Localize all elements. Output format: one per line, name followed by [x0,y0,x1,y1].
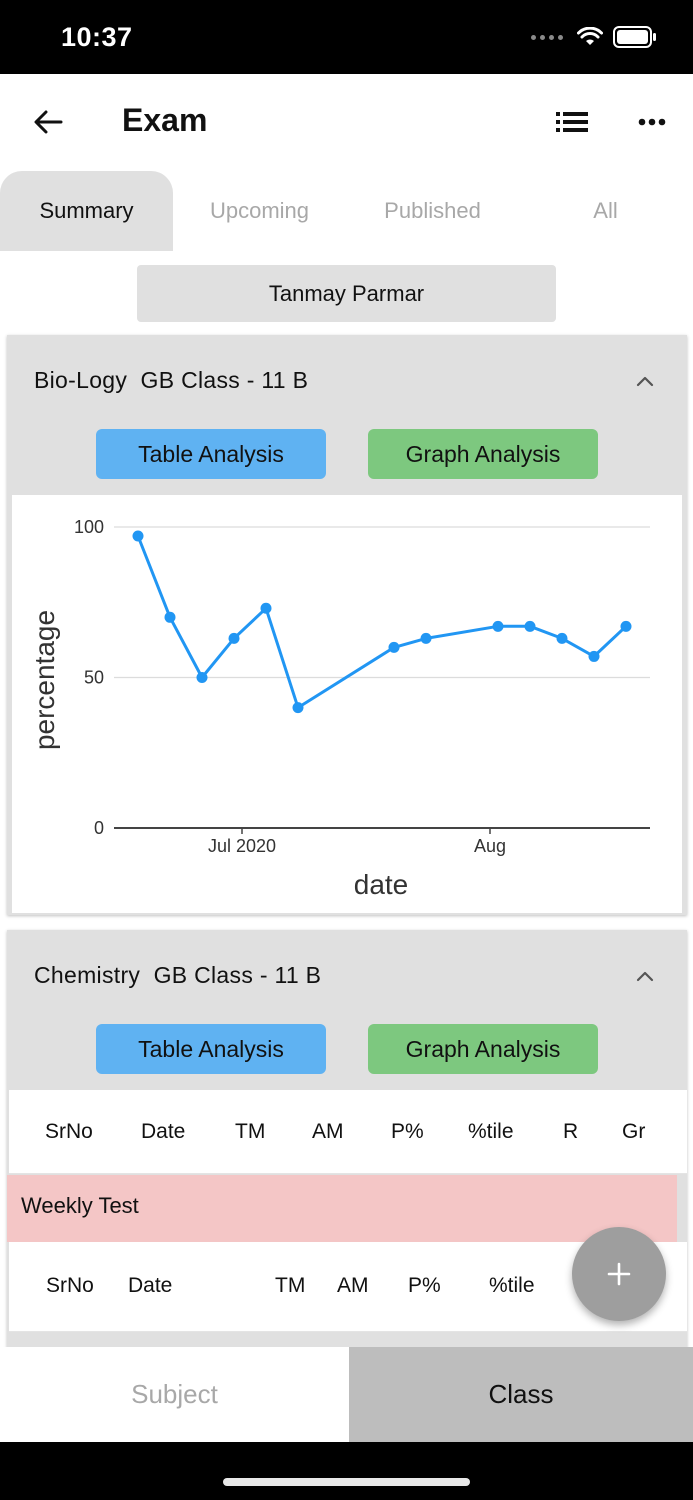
tab-published[interactable]: Published [346,171,519,251]
column-header-percentile: %tile [489,1274,535,1297]
column-header-date: Date [141,1120,186,1143]
graph-analysis-button[interactable]: Graph Analysis [368,1024,598,1074]
tab-upcoming[interactable]: Upcoming [173,171,346,251]
subject-card-biology: Bio-Logy GB Class - 11 B Table Analysis … [7,335,687,915]
line-chart: 050100Jul 2020AugSep percentage date [29,517,650,900]
status-bar: 10:37 [0,0,693,74]
test-group-row[interactable]: Weekly Test [7,1175,677,1242]
y-tick-label: 0 [94,818,104,838]
status-icons [531,26,657,48]
column-header-percentile: %tile [468,1120,514,1143]
y-axis-label: percentage [29,610,60,750]
tab-all[interactable]: All [519,171,692,251]
x-tick-label: Aug [474,836,506,856]
table-analysis-button[interactable]: Table Analysis [96,1024,326,1074]
data-point[interactable] [228,632,240,644]
data-point[interactable] [132,530,144,542]
x-tick-label: Jul 2020 [208,836,276,856]
more-options-button[interactable] [632,104,672,140]
data-point[interactable] [292,702,304,714]
wifi-icon [577,27,603,45]
y-tick-label: 50 [84,668,104,688]
table-analysis-button[interactable]: Table Analysis [96,429,326,479]
arrow-left-icon [34,110,63,134]
column-header-srno: SrNo [46,1274,94,1297]
data-point[interactable] [196,672,208,683]
column-header-am: AM [312,1120,344,1143]
data-point[interactable] [556,632,568,644]
chevron-up-icon[interactable] [633,964,657,988]
column-header-percent: P% [391,1120,424,1143]
test-group-label: Weekly Test [21,1193,139,1218]
column-header-rank: R [563,1120,579,1143]
card-title: Bio-Logy GB Class - 11 B [34,367,309,393]
performance-chart: 050100Jul 2020AugSep percentage date [12,495,682,913]
list-icon [556,112,588,132]
data-point[interactable] [388,641,400,653]
x-axis-label: date [354,869,409,900]
data-point[interactable] [524,620,536,632]
exam-tabs: Summary Upcoming Published All [0,171,693,251]
graph-analysis-button[interactable]: Graph Analysis [368,429,598,479]
status-time: 10:37 [61,22,133,52]
plus-icon [607,1262,631,1286]
column-header-date: Date [128,1274,173,1297]
y-tick-label: 100 [74,517,104,537]
app-bar: Exam [0,74,693,168]
back-button[interactable] [28,102,68,142]
column-header-grade: Gr [622,1120,646,1143]
chevron-up-icon[interactable] [633,369,657,393]
data-point[interactable] [260,602,272,614]
tab-summary[interactable]: Summary [0,171,173,251]
data-point[interactable] [164,611,176,623]
student-selector[interactable]: Tanmay Parmar [137,265,556,322]
data-point[interactable] [588,650,600,662]
bottom-nav: Subject Class [0,1347,693,1442]
column-header-tm: TM [235,1120,266,1143]
home-indicator-area [0,1442,693,1500]
series-line [136,535,628,710]
data-point[interactable] [620,620,632,632]
data-point[interactable] [420,632,432,644]
card-title: Chemistry GB Class - 11 B [34,962,322,988]
table-header-row: SrNo Date TM AM P% %tile R Gr [9,1090,687,1174]
signal-icon [531,34,563,40]
data-point[interactable] [492,620,504,632]
column-header-srno: SrNo [45,1120,93,1143]
column-header-percent: P% [408,1274,441,1297]
more-horizontal-icon [638,118,666,126]
home-indicator[interactable] [223,1478,470,1486]
column-header-am: AM [337,1274,369,1297]
list-view-button[interactable] [552,104,592,140]
battery-icon [613,26,656,48]
nav-class[interactable]: Class [349,1347,693,1442]
add-button[interactable] [572,1227,666,1321]
page-title: Exam [122,102,208,138]
nav-subject[interactable]: Subject [0,1347,349,1442]
column-header-tm: TM [275,1274,306,1297]
